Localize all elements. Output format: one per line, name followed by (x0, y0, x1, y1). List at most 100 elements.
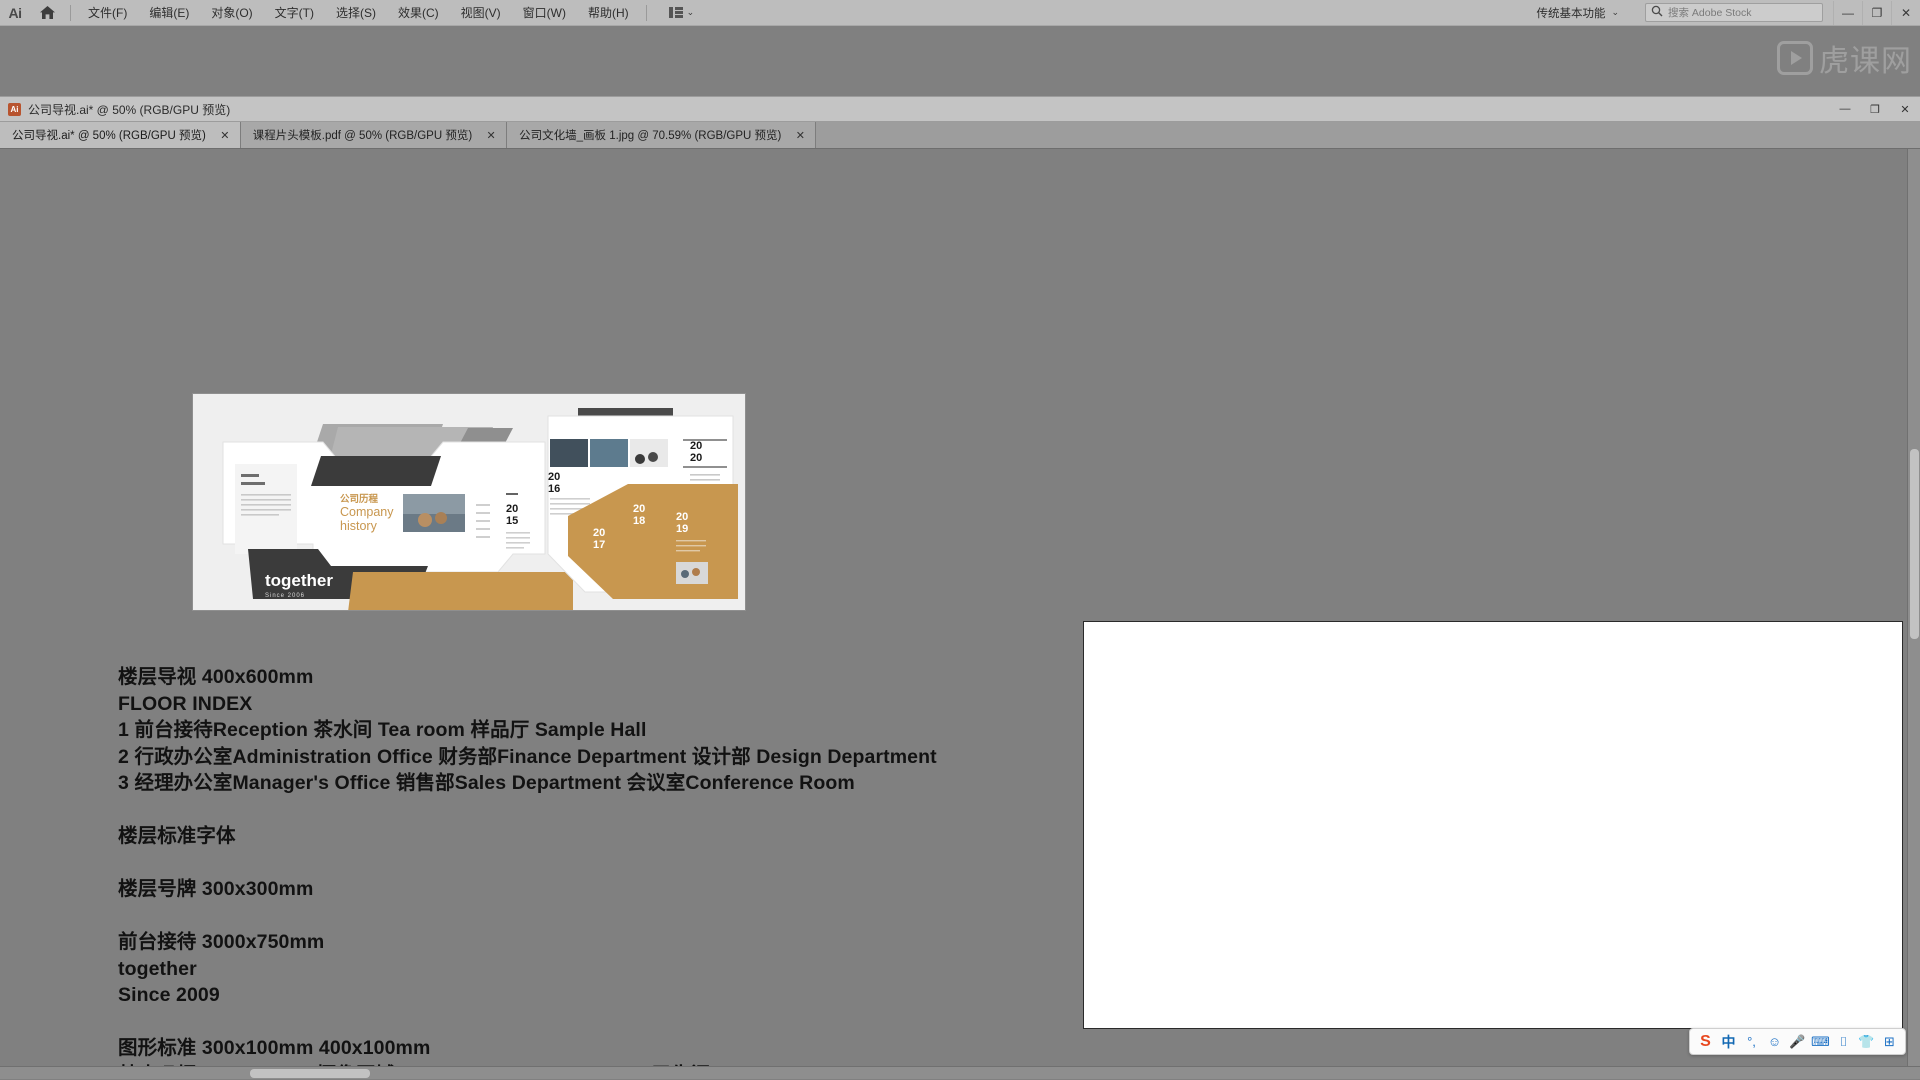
canvas-vertical-scroll-thumb[interactable] (1910, 449, 1919, 639)
svg-text:15: 15 (506, 515, 518, 527)
application-menu-bar: Ai 文件(F) 编辑(E) 对象(O) 文字(T) 选择(S) 效果(C) 视… (0, 0, 1920, 26)
company-culture-wall-artwork[interactable]: 公司历程 Company history 20 15 together Sinc… (192, 393, 746, 611)
svg-text:20: 20 (690, 452, 702, 464)
punctuation-icon[interactable]: °, (1741, 1031, 1762, 1052)
canvas-vertical-scrollbar[interactable] (1907, 149, 1920, 1079)
app-maximize-button[interactable]: ❐ (1862, 0, 1891, 25)
svg-text:20: 20 (593, 527, 605, 539)
workspace-label: 传统基本功能 (1536, 7, 1606, 20)
menu-object[interactable]: 对象(O) (200, 0, 263, 26)
document-tab-2[interactable]: 课程片头模板.pdf @ 50% (RGB/GPU 预览) ✕ (240, 122, 508, 148)
arrange-documents-button[interactable]: ⌄ (663, 2, 701, 24)
soft-keyboard-icon[interactable]: ⌨ (1810, 1031, 1831, 1052)
grid-layout-icon (668, 7, 683, 18)
workspace-switcher[interactable]: 传统基本功能 ⌄ (1526, 2, 1629, 24)
canvas-horizontal-scrollbar[interactable] (0, 1066, 1920, 1079)
svg-text:17: 17 (593, 539, 605, 551)
culture-wall-svg: 公司历程 Company history 20 15 together Sinc… (193, 394, 745, 610)
document-tab-3-label: 公司文化墙_画板 1.jpg @ 70.59% (RGB/GPU 预览) (519, 130, 782, 142)
menu-type[interactable]: 文字(T) (264, 0, 325, 26)
text-line-6-blank (118, 797, 937, 824)
document-tab-2-close-icon[interactable]: ✕ (485, 129, 497, 142)
document-tab-1-label: 公司导视.ai* @ 50% (RGB/GPU 预览) (12, 130, 206, 142)
text-line-15: 图形标准 300x100mm 400x100mm (118, 1037, 431, 1059)
text-line-2: FLOOR INDEX (118, 692, 253, 715)
document-file-icon: Ai (8, 102, 21, 116)
svg-text:20: 20 (690, 440, 702, 452)
text-line-1: 楼层导视 400x600mm (118, 666, 314, 688)
menu-select[interactable]: 选择(S) (325, 0, 387, 26)
text-line-7: 楼层标准字体 (118, 825, 236, 847)
document-tab-2-label: 课程片头模板.pdf @ 50% (RGB/GPU 预览) (252, 130, 473, 142)
play-icon (1777, 41, 1813, 75)
app-minimize-button[interactable]: — (1833, 0, 1862, 25)
menu-view[interactable]: 视图(V) (450, 0, 512, 26)
adobe-stock-search[interactable]: 搜索 Adobe Stock (1645, 3, 1823, 22)
emoji-icon[interactable]: ☺ (1764, 1031, 1785, 1052)
svg-text:Company: Company (340, 505, 394, 519)
svg-text:公司历程: 公司历程 (340, 493, 379, 505)
chevron-down-icon: ⌄ (1611, 7, 1619, 17)
document-window-controls: — ❐ ✕ (1830, 97, 1920, 121)
text-line-9: 楼层号牌 300x300mm (118, 878, 314, 900)
document-window: Ai 公司导视.ai* @ 50% (RGB/GPU 预览) — ❐ ✕ 公司导… (0, 96, 1920, 1080)
home-icon[interactable] (30, 0, 64, 26)
svg-text:20: 20 (548, 471, 560, 483)
menu-effect[interactable]: 效果(C) (387, 0, 450, 26)
watermark-text: 虎课网 (1819, 45, 1912, 78)
app-window-controls: — ❐ ✕ (1833, 0, 1920, 25)
canvas-horizontal-scroll-thumb[interactable] (250, 1069, 370, 1078)
voice-input-icon[interactable]: 🎤 (1787, 1031, 1808, 1052)
text-line-12: together (118, 957, 197, 980)
text-line-14-blank (118, 1009, 937, 1036)
document-tab-bar: 公司导视.ai* @ 50% (RGB/GPU 预览) ✕ 课程片头模板.pdf… (0, 122, 1920, 149)
document-tab-3[interactable]: 公司文化墙_画板 1.jpg @ 70.59% (RGB/GPU 预览) ✕ (507, 122, 817, 148)
document-tab-1[interactable]: 公司导视.ai* @ 50% (RGB/GPU 预览) ✕ (0, 122, 241, 148)
artwork-text-block[interactable]: 楼层导视 400x600mm FLOOR INDEX 1 前台接待Recepti… (118, 664, 937, 1079)
input-method-switch-icon[interactable]: ⌷ (1833, 1031, 1854, 1052)
text-line-5: 3 经理办公室Manager's Office 销售部Sales Departm… (118, 772, 855, 794)
svg-text:20: 20 (633, 503, 645, 515)
document-title: 公司导视.ai* @ 50% (RGB/GPU 预览) (28, 102, 231, 117)
language-mode-icon[interactable]: 中 (1718, 1031, 1739, 1052)
svg-text:18: 18 (633, 515, 645, 527)
stock-search-placeholder: 搜索 Adobe Stock (1668, 7, 1752, 19)
svg-text:16: 16 (548, 483, 560, 495)
document-tab-1-close-icon[interactable]: ✕ (219, 129, 231, 142)
chevron-down-icon: ⌄ (686, 7, 695, 17)
menu-help[interactable]: 帮助(H) (577, 0, 640, 26)
doc-close-button[interactable]: ✕ (1890, 97, 1920, 121)
huke-watermark: 虎课网 (1777, 36, 1912, 80)
sogou-ime-toolbar[interactable]: S 中 °, ☺ 🎤 ⌨ ⌷ 👕 ⊞ (1689, 1028, 1906, 1055)
svg-text:history: history (340, 519, 378, 533)
text-line-10-blank (118, 903, 937, 930)
document-title-bar: Ai 公司导视.ai* @ 50% (RGB/GPU 预览) — ❐ ✕ (0, 96, 1920, 122)
doc-restore-button[interactable]: ❐ (1860, 97, 1890, 121)
sogou-logo-icon[interactable]: S (1695, 1031, 1716, 1052)
text-line-11: 前台接待 3000x750mm (118, 931, 325, 953)
app-close-button[interactable]: ✕ (1891, 0, 1920, 25)
search-icon (1651, 4, 1663, 22)
menu-edit[interactable]: 编辑(E) (138, 0, 200, 26)
menu-divider (70, 4, 71, 21)
svg-text:20: 20 (506, 503, 518, 515)
text-line-4: 2 行政办公室Administration Office 财务部Finance … (118, 745, 937, 768)
text-line-13: Since 2009 (118, 984, 220, 1006)
toolbox-icon[interactable]: ⊞ (1879, 1031, 1900, 1052)
text-line-3: 1 前台接待Reception 茶水间 Tea room 样品厅 Sample … (118, 719, 647, 741)
illustrator-canvas[interactable]: 公司历程 Company history 20 15 together Sinc… (0, 149, 1920, 1079)
skin-icon[interactable]: 👕 (1856, 1031, 1877, 1052)
svg-text:19: 19 (676, 523, 688, 535)
svg-text:20: 20 (676, 511, 688, 523)
menu-bar-right-group: 传统基本功能 ⌄ 搜索 Adobe Stock — ❐ ✕ (1526, 0, 1920, 26)
menu-divider-2 (645, 4, 647, 21)
illustrator-logo: Ai (8, 4, 23, 21)
svg-text:Since 2006: Since 2006 (265, 593, 305, 599)
menu-window[interactable]: 窗口(W) (512, 0, 577, 26)
menu-file[interactable]: 文件(F) (77, 0, 138, 26)
document-tab-3-close-icon[interactable]: ✕ (794, 129, 806, 142)
artboard-1[interactable] (1083, 621, 1903, 1029)
text-line-8-blank (118, 850, 937, 877)
menu-item-list: 文件(F) 编辑(E) 对象(O) 文字(T) 选择(S) 效果(C) 视图(V… (77, 0, 640, 26)
doc-minimize-button[interactable]: — (1830, 97, 1860, 121)
